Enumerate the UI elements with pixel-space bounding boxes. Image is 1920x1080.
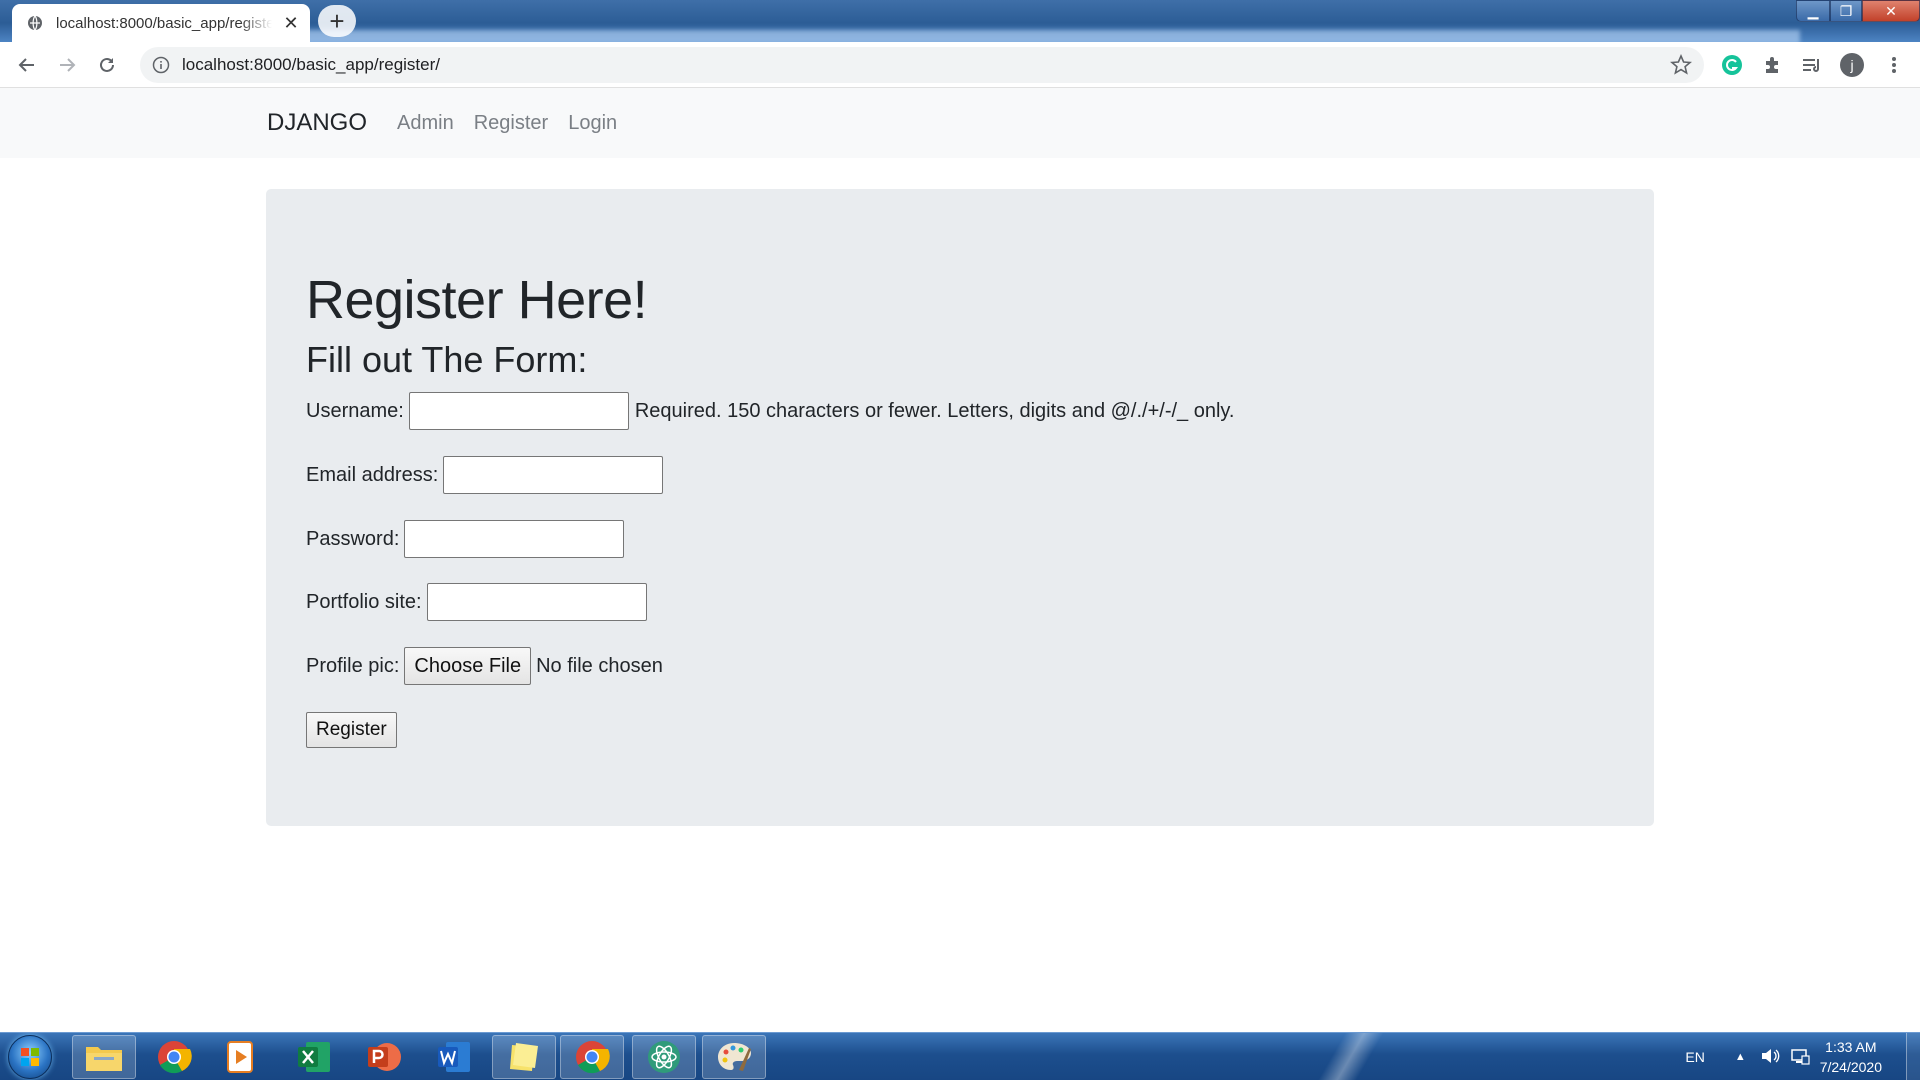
new-tab-button[interactable]: + (318, 5, 356, 37)
clock-time: 1:33 AM (1825, 1039, 1877, 1055)
window-controls: ▁ ❐ ✕ (1796, 0, 1920, 22)
info-icon (152, 56, 170, 74)
taskbar-streak (1280, 1033, 1420, 1080)
system-tray: EN ▲ 1:33 AM 7/24/2020 (1685, 1033, 1906, 1080)
nav-link-login[interactable]: Login (568, 112, 617, 135)
globe-icon (26, 14, 44, 32)
address-bar[interactable]: localhost:8000/basic_app/register/ (140, 47, 1704, 83)
language-indicator[interactable]: EN (1685, 1049, 1704, 1065)
show-desktop-button[interactable] (1906, 1033, 1920, 1080)
username-row: Username: Required. 150 characters or fe… (306, 392, 1235, 430)
taskbar-chrome[interactable] (142, 1035, 206, 1079)
email-label: Email address: (306, 463, 439, 486)
register-jumbotron: Register Here! Fill out The Form: Userna… (266, 189, 1654, 826)
forward-arrow-icon (60, 58, 76, 72)
clock-date: 7/24/2020 (1819, 1059, 1882, 1075)
windows-taskbar: EN ▲ 1:33 AM 7/24/2020 (0, 1032, 1920, 1080)
maximize-button[interactable]: ❐ (1830, 0, 1862, 22)
taskbar-chrome-active[interactable] (560, 1035, 624, 1079)
email-row: Email address: (306, 456, 664, 494)
web-page: DJANGO Admin Register Login Register Her… (0, 88, 1920, 1032)
chrome-icon (576, 1041, 610, 1074)
nav-link-register[interactable]: Register (474, 112, 548, 135)
submit-row: Register (306, 712, 397, 748)
navbar-brand[interactable]: DJANGO (267, 109, 367, 137)
username-label: Username: (306, 399, 404, 422)
browser-toolbar: localhost:8000/basic_app/register/ j (0, 42, 1920, 88)
profile-pic-row: Profile pic: Choose File No file chosen (306, 647, 663, 685)
chrome-menu-icon[interactable] (1880, 51, 1908, 79)
portfolio-label: Portfolio site: (306, 590, 422, 613)
taskbar-file-explorer[interactable] (72, 1035, 136, 1079)
grammarly-extension-icon[interactable] (1718, 51, 1746, 79)
browser-tab-active[interactable]: localhost:8000/basic_app/register/ ✕ (12, 4, 310, 42)
profile-initial: j (1849, 57, 1853, 73)
portfolio-row: Portfolio site: (306, 583, 647, 621)
username-helptext: Required. 150 characters or fewer. Lette… (634, 399, 1235, 422)
password-row: Password: (306, 520, 625, 558)
taskbar-sticky-notes[interactable] (492, 1035, 556, 1079)
windows-logo-icon (21, 1048, 39, 1066)
url-text: localhost:8000/basic_app/register/ (182, 55, 440, 74)
tab-close-icon[interactable]: ✕ (282, 13, 300, 34)
folder-icon (86, 1047, 122, 1071)
browser-titlebar: localhost:8000/basic_app/register/ ✕ + ▁… (0, 0, 1920, 42)
word-icon (438, 1042, 470, 1072)
taskbar-atom[interactable] (632, 1035, 696, 1079)
excel-icon (298, 1042, 330, 1072)
taskbar-word[interactable] (422, 1035, 486, 1079)
back-button[interactable] (12, 50, 42, 80)
no-file-text: No file chosen (536, 654, 663, 677)
network-icon[interactable] (1790, 1047, 1810, 1068)
titlebar-glow (300, 30, 1800, 42)
taskbar-powerpoint[interactable] (352, 1035, 416, 1079)
close-window-button[interactable]: ✕ (1862, 0, 1920, 22)
taskbar-media-player[interactable] (208, 1035, 272, 1079)
extensions-puzzle-icon[interactable] (1758, 51, 1786, 79)
atom-icon (648, 1041, 680, 1073)
username-input[interactable] (408, 392, 629, 430)
sticky-notes-icon (510, 1043, 538, 1071)
start-button[interactable] (8, 1035, 52, 1079)
register-submit-button[interactable]: Register (306, 712, 397, 748)
powerpoint-icon (368, 1043, 401, 1071)
form-subtitle: Fill out The Form: (306, 339, 588, 380)
reload-button[interactable] (92, 50, 122, 80)
bookmark-star-icon[interactable] (1670, 53, 1692, 81)
taskbar-clock[interactable]: 1:33 AM 7/24/2020 (1820, 1037, 1882, 1077)
page-title: Register Here! (306, 270, 648, 330)
volume-icon[interactable] (1760, 1047, 1780, 1068)
portfolio-input[interactable] (426, 583, 647, 621)
forward-button[interactable] (52, 50, 82, 80)
email-input[interactable] (443, 456, 664, 494)
nav-link-admin[interactable]: Admin (397, 112, 454, 135)
minimize-button[interactable]: ▁ (1796, 0, 1830, 22)
site-navbar: DJANGO Admin Register Login (0, 88, 1920, 158)
tab-title: localhost:8000/basic_app/register/ (56, 14, 272, 32)
choose-file-button[interactable]: Choose File (404, 647, 532, 685)
reload-icon (100, 57, 114, 72)
password-label: Password: (306, 527, 400, 550)
back-arrow-icon (18, 58, 34, 72)
show-hidden-icons-icon[interactable]: ▲ (1735, 1051, 1746, 1063)
paint-palette-icon (718, 1043, 751, 1071)
profile-pic-label: Profile pic: (306, 654, 400, 677)
taskbar-excel[interactable] (282, 1035, 346, 1079)
media-queue-icon[interactable] (1798, 51, 1826, 79)
chrome-icon (158, 1041, 192, 1074)
taskbar-paint[interactable] (702, 1035, 766, 1079)
media-player-icon (227, 1041, 253, 1073)
profile-avatar[interactable]: j (1838, 51, 1866, 79)
password-input[interactable] (404, 520, 625, 558)
